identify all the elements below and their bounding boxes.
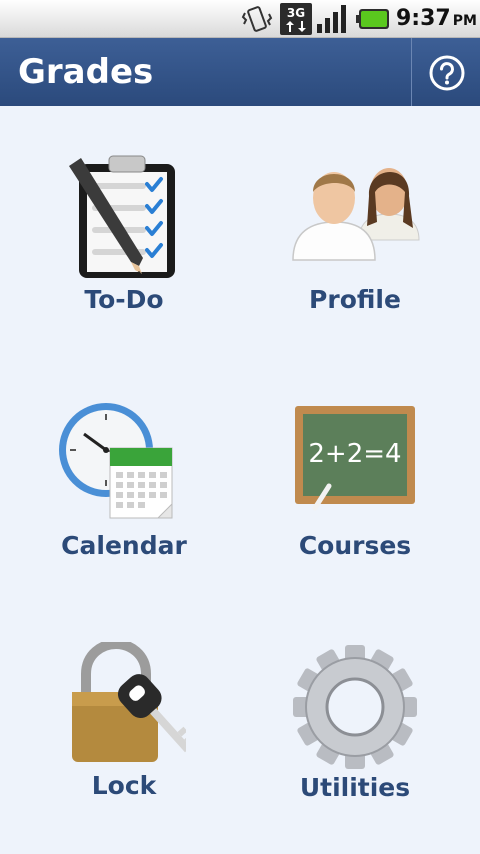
profile-tile[interactable]: Profile <box>245 152 465 372</box>
status-bar: 3G 9:37 PM <box>0 0 480 38</box>
clock-time: 9:37 <box>396 6 451 31</box>
app-header: Grades <box>0 38 480 106</box>
profile-label: Profile <box>309 285 401 314</box>
status-clock: 9:37 PM <box>396 5 477 33</box>
profile-users-icon <box>292 168 420 261</box>
courses-tile[interactable]: 2+2=4 Courses <box>245 402 465 622</box>
header-divider <box>411 38 412 106</box>
signal-strength-icon <box>317 5 346 33</box>
main-grid: To-Do Profile Calendar 2+2=4 Courses Loc… <box>0 106 480 854</box>
calendar-clock-icon <box>59 403 173 519</box>
todo-tile[interactable]: To-Do <box>14 152 234 372</box>
help-icon[interactable] <box>428 54 466 92</box>
utilities-label: Utilities <box>299 773 411 802</box>
chalkboard-text: 2+2=4 <box>308 439 401 469</box>
calendar-tile[interactable]: Calendar <box>14 400 234 620</box>
lock-label: Lock <box>91 771 157 800</box>
todo-label: To-Do <box>84 285 164 314</box>
padlock-key-icon <box>72 642 186 762</box>
courses-label: Courses <box>298 531 412 560</box>
gear-icon <box>293 645 417 769</box>
battery-icon <box>356 9 389 29</box>
clock-ampm: PM <box>452 13 477 29</box>
3g-data-icon: 3G <box>280 3 312 35</box>
vibrate-icon <box>241 6 273 32</box>
chalkboard-icon: 2+2=4 <box>295 406 415 511</box>
utilities-tile[interactable]: Utilities <box>245 644 465 854</box>
page-title: Grades <box>18 52 154 92</box>
lock-tile[interactable]: Lock <box>14 642 234 854</box>
network-type: 3G <box>287 6 305 20</box>
calendar-label: Calendar <box>61 531 187 560</box>
todo-clipboard-icon <box>69 155 175 278</box>
